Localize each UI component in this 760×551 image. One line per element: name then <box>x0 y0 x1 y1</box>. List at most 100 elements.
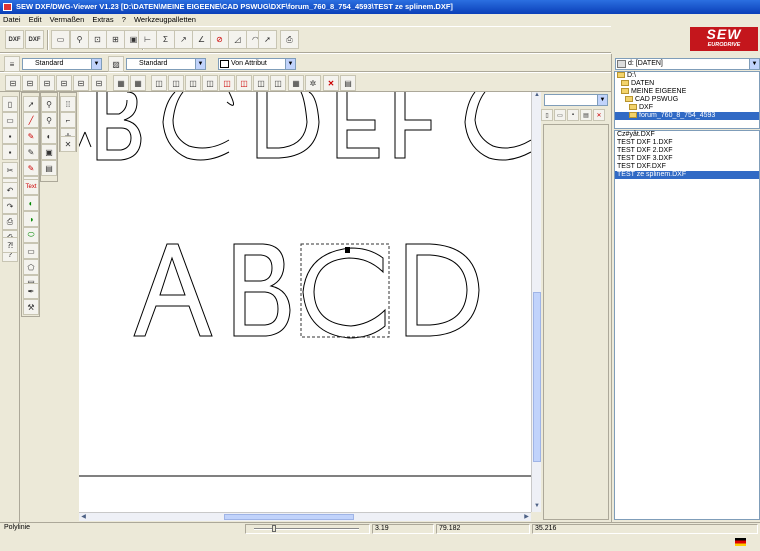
fillet-button[interactable]: ◫ <box>185 75 201 91</box>
dimension-horizontal-button[interactable]: ⊢ <box>138 30 157 49</box>
horizontal-scroll-thumb[interactable] <box>224 514 354 520</box>
status-slider[interactable] <box>245 524 370 534</box>
vertical-scroll-thumb[interactable] <box>533 292 541 462</box>
menu-item-datei[interactable]: Datei <box>0 14 24 25</box>
select-button[interactable]: ➚ <box>258 30 277 49</box>
layer-props-button[interactable]: ≡ <box>4 56 20 72</box>
file-list-item[interactable]: TEST DXF 1.DXF <box>615 139 759 147</box>
scroll-right-arrow-icon[interactable]: ▶ <box>522 513 531 521</box>
array-button[interactable]: ▦ <box>130 75 146 91</box>
file-list-item[interactable]: TEST DXF 3.DXF <box>615 155 759 163</box>
drawing-canvas[interactable] <box>79 92 531 512</box>
zoom-window-button[interactable]: ⊡ <box>88 30 107 49</box>
dimension-diameter-button[interactable]: ⊘ <box>210 30 229 49</box>
line-tool[interactable]: ╱ <box>23 112 39 128</box>
open-file-button[interactable]: ▭ <box>51 30 70 49</box>
menu-item-edit[interactable]: Edit <box>26 14 45 25</box>
file-list[interactable]: Cz#yât.DXF TEST DXF 1.DXF TEST DXF 2.DXF… <box>614 130 760 520</box>
zoom-all-button[interactable]: ⊞ <box>106 30 125 49</box>
trim-button[interactable]: ◫ <box>151 75 167 91</box>
zoom-button[interactable]: ⚲ <box>70 30 89 49</box>
dimension-vertical-button[interactable]: Σ <box>156 30 175 49</box>
scroll-left-arrow-icon[interactable]: ◀ <box>79 513 88 521</box>
tree-item[interactable]: DATEN <box>615 80 759 88</box>
print-button[interactable]: ⎙ <box>280 30 299 49</box>
context-help-button[interactable]: ⁈ <box>2 237 18 253</box>
redo-button[interactable]: ↷ <box>2 198 18 214</box>
file-list-item[interactable]: TEST DXF 2.DXF <box>615 147 759 155</box>
dimension-aligned-button[interactable]: ↗ <box>174 30 193 49</box>
pen-tool[interactable]: ✒ <box>23 283 39 299</box>
explode-button[interactable]: ◫ <box>270 75 286 91</box>
scale-button[interactable]: ⊟ <box>56 75 72 91</box>
undo-button[interactable]: ↶ <box>2 182 18 198</box>
select-tool[interactable]: ➚ <box>23 96 39 112</box>
extend-button[interactable]: ◫ <box>168 75 184 91</box>
chamfer-button[interactable]: ◫ <box>202 75 218 91</box>
tree-item[interactable]: D:\ <box>615 72 759 80</box>
move-button[interactable]: ⊟ <box>5 75 21 91</box>
properties-button[interactable]: ▤ <box>340 75 356 91</box>
join-button[interactable]: ◫ <box>253 75 269 91</box>
horizontal-scrollbar[interactable]: ◀ ▶ <box>79 512 531 521</box>
dimension-angle-button[interactable]: ∠ <box>192 30 211 49</box>
slider-thumb[interactable] <box>272 525 276 532</box>
zoom-tool[interactable]: ⚲ <box>41 96 57 112</box>
new-button[interactable]: ▯ <box>2 96 18 112</box>
block-list[interactable] <box>543 124 609 520</box>
tree-item[interactable]: MEINE EIGEENE <box>615 88 759 96</box>
zoom-fit-tool[interactable]: ▣ <box>41 144 57 160</box>
measure-tool[interactable]: ⚒ <box>23 299 39 315</box>
file-list-item[interactable]: Cz#yât.DXF <box>615 131 759 139</box>
cancel-tool[interactable]: ✕ <box>60 136 76 152</box>
circle-tool[interactable]: ◐ <box>23 195 39 211</box>
hatch-button[interactable]: ▦ <box>288 75 304 91</box>
cut-button[interactable]: ✂ <box>2 162 18 178</box>
delete-button[interactable]: ✕ <box>323 75 339 91</box>
offset-button[interactable]: ◫ <box>236 75 252 91</box>
linetype-combo[interactable]: Standard ▼ <box>126 58 206 70</box>
color-combo[interactable]: Von Attribut ▼ <box>218 58 296 70</box>
rectangle-tool[interactable]: ▭ <box>23 243 39 259</box>
rotate-button[interactable]: ⊟ <box>39 75 55 91</box>
folder-tree[interactable]: D:\ DATEN MEINE EIGEENE CAD PSWUG DXF fo… <box>614 71 760 129</box>
tree-item[interactable]: DXF <box>615 104 759 112</box>
dxf-export-button[interactable]: DXF <box>5 30 24 49</box>
save-button[interactable]: ▪ <box>2 128 18 144</box>
file-list-item[interactable]: TEST DXF.DXF <box>615 163 759 171</box>
mirror-button[interactable]: ⊟ <box>73 75 89 91</box>
pan-tool[interactable]: ◐ <box>41 128 57 144</box>
arc-tool[interactable]: ◑ <box>23 211 39 227</box>
block-combo[interactable]: ▼ <box>544 94 608 106</box>
pencil-tool[interactable]: ✎ <box>23 144 39 160</box>
snap-button[interactable]: ✲ <box>305 75 321 91</box>
grid-button[interactable]: ▦ <box>113 75 129 91</box>
copy-button[interactable]: ⊟ <box>22 75 38 91</box>
dimension-radius-button[interactable]: ◿ <box>228 30 247 49</box>
ellipse-tool[interactable]: ⬭ <box>23 227 39 243</box>
text-tool[interactable]: Text <box>23 179 39 195</box>
drive-combo[interactable]: d: [DATEN] ▼ <box>615 58 760 70</box>
tree-item-selected[interactable]: forum_760_8_754_4593 <box>615 112 759 120</box>
menu-item-extras[interactable]: Extras <box>89 14 116 25</box>
print-preview-button[interactable]: ⎙ <box>2 214 18 230</box>
block-open-button[interactable]: ▭ <box>554 109 566 121</box>
block-save-button[interactable]: ▪ <box>567 109 579 121</box>
vertical-scrollbar[interactable]: ▲ ▼ <box>531 92 541 512</box>
file-list-item-selected[interactable]: TEST ze splinem.DXF <box>615 171 759 179</box>
polyline-tool[interactable]: ✎ <box>23 128 39 144</box>
dxf-import-button[interactable]: DXF <box>25 30 44 49</box>
spline-tool[interactable]: ✎ <box>23 160 39 176</box>
open-button[interactable]: ▭ <box>2 112 18 128</box>
break-button[interactable]: ◫ <box>219 75 235 91</box>
zoom-extents-tool[interactable]: ▤ <box>41 160 57 176</box>
layer-combo[interactable]: Standard ▼ <box>22 58 102 70</box>
polygon-tool[interactable]: ⬠ <box>23 259 39 275</box>
save-as-button[interactable]: ▪ <box>2 144 18 160</box>
tree-item[interactable]: CAD PSWUG <box>615 96 759 104</box>
ortho-tool[interactable]: ⌐ <box>60 112 76 128</box>
zoom-out-tool[interactable]: ⚲ <box>41 112 57 128</box>
block-insert-button[interactable]: ▤ <box>580 109 592 121</box>
menu-item-werkzeugpalletten[interactable]: Werkzeugpalletten <box>131 14 199 25</box>
grid-snap-tool[interactable]: ⁞⁞ <box>60 96 76 112</box>
